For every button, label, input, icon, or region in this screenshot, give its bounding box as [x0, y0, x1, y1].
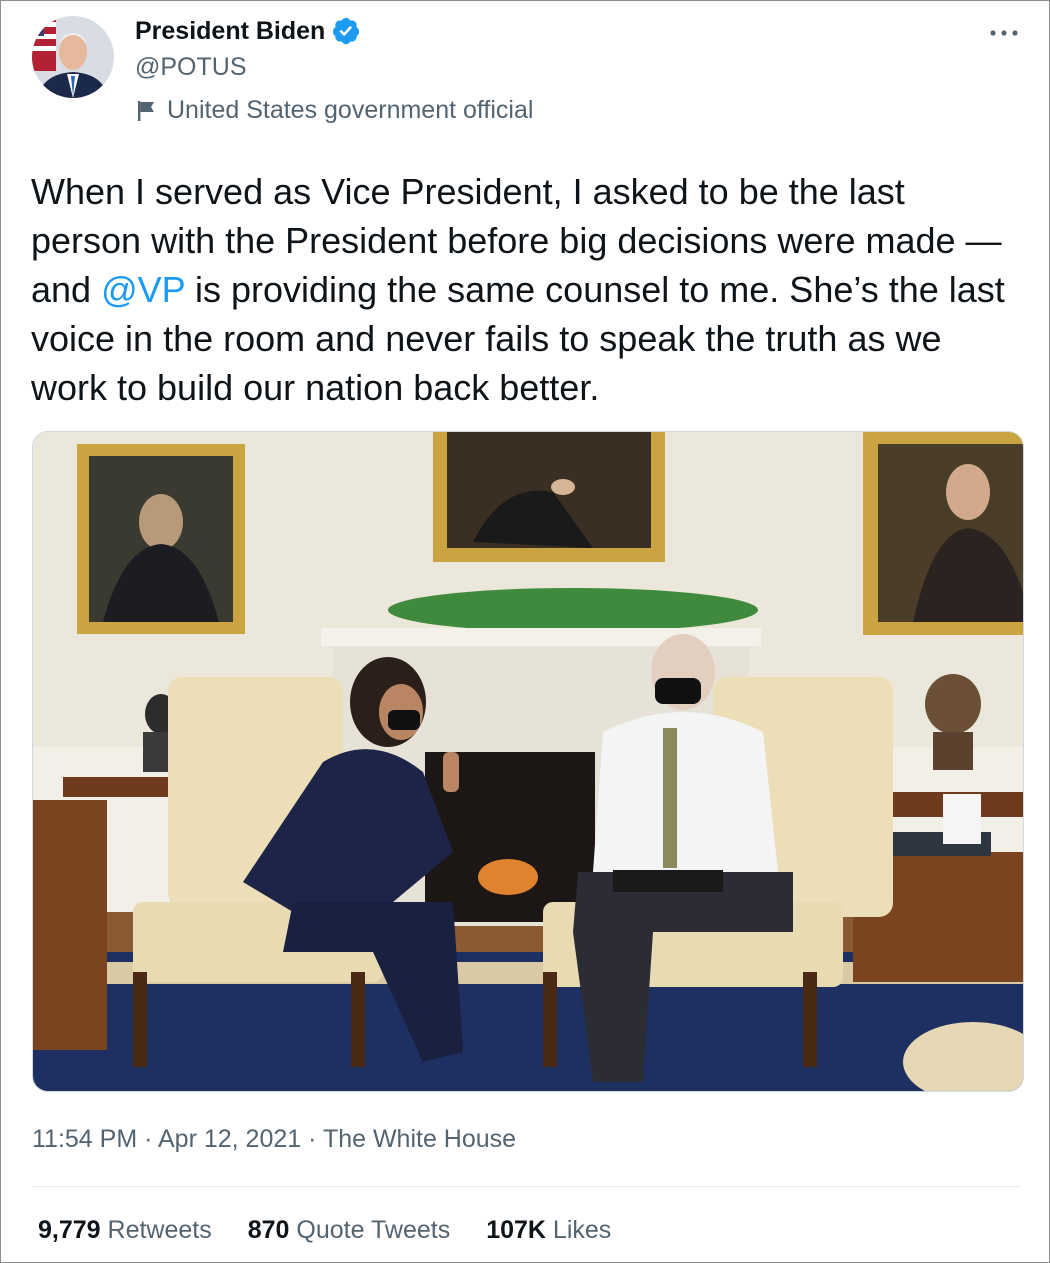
likes-count: 107K — [486, 1216, 546, 1244]
more-options-icon[interactable] — [986, 21, 1022, 45]
retweets-stat[interactable]: 9,779 Retweets — [38, 1216, 212, 1245]
stats-divider — [32, 1186, 1021, 1187]
quote-tweets-count: 870 — [247, 1216, 290, 1244]
tweet-time[interactable]: 11:54 PM — [32, 1125, 137, 1153]
meta-separator-2: · — [301, 1125, 323, 1153]
tweet-stats: 9,779 Retweets 870 Quote Tweets 107K Lik… — [38, 1216, 647, 1245]
likes-label: Likes — [552, 1216, 612, 1244]
tweet-source[interactable]: The White House — [323, 1125, 516, 1153]
meta-separator-1: · — [137, 1125, 158, 1153]
retweets-label: Retweets — [107, 1216, 212, 1244]
tweet-text: When I served as Vice President, I asked… — [31, 167, 1021, 412]
author-handle[interactable]: @POTUS — [135, 53, 247, 82]
retweets-count: 9,779 — [38, 1216, 101, 1244]
tweet-photo[interactable] — [32, 431, 1024, 1092]
author-avatar[interactable] — [32, 16, 114, 98]
verified-badge-icon — [331, 16, 361, 46]
mention-link[interactable]: @VP — [101, 269, 185, 310]
flag-icon — [137, 100, 157, 122]
author-display-name[interactable]: President Biden — [135, 17, 325, 46]
tweet-meta: 11:54 PM · Apr 12, 2021 · The White Hous… — [32, 1125, 516, 1154]
quote-tweets-stat[interactable]: 870 Quote Tweets — [248, 1216, 450, 1245]
tweet-card: President Biden @POTUS United States gov… — [0, 0, 1050, 1263]
quote-tweets-label: Quote Tweets — [296, 1216, 451, 1244]
author-name-row[interactable]: President Biden — [135, 16, 361, 46]
tweet-date[interactable]: Apr 12, 2021 — [158, 1125, 301, 1153]
account-label[interactable]: United States government official — [137, 96, 533, 125]
likes-stat[interactable]: 107K Likes — [486, 1216, 611, 1245]
account-label-text: United States government official — [167, 96, 534, 124]
